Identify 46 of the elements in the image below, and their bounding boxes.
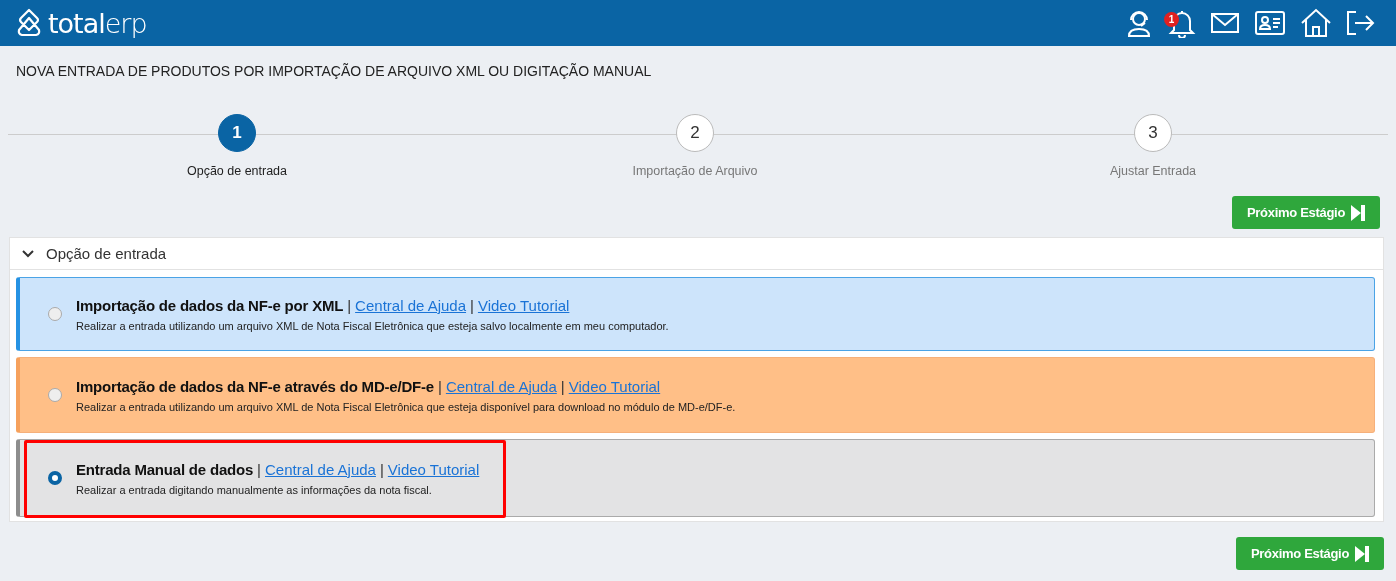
notification-badge: 1: [1164, 12, 1179, 27]
step-label: Importação de Arquivo: [632, 164, 758, 178]
step-number[interactable]: 2: [676, 114, 714, 152]
skip-next-icon: [1351, 204, 1366, 221]
option-title: Entrada Manual de dados: [76, 460, 254, 478]
option-card[interactable]: Entrada Manual de dados | Central de Ajuda | Video Tutorial Realizar a entrada digitando manualmente as informações da nota fiscal.: [16, 439, 1375, 517]
help-link[interactable]: Central de Ajuda: [265, 460, 376, 478]
option-description: Realizar a entrada digitando manualmente as informações da nota fiscal.: [76, 483, 433, 496]
logout-icon[interactable]: [1346, 10, 1376, 36]
separator: |: [257, 460, 261, 478]
step-number[interactable]: 3: [1134, 114, 1172, 152]
skip-next-icon: [1355, 545, 1370, 562]
mail-icon[interactable]: [1210, 11, 1240, 35]
separator: |: [470, 296, 474, 314]
logo-text: totalerp: [48, 7, 147, 39]
panel-title: Opção de entrada: [46, 245, 167, 262]
next-stage-button[interactable]: Próximo Estágio: [1232, 196, 1380, 229]
help-link[interactable]: Central de Ajuda: [355, 296, 467, 314]
option-description: Realizar a entrada utilizando um arquivo XML de Nota Fiscal Eletrônica que esteja salvo localmente em meu computador.: [76, 319, 669, 332]
radio-button[interactable]: [48, 471, 62, 485]
option-description: Realizar a entrada utilizando um arquivo XML de Nota Fiscal Eletrônica que esteja disponível para download no módulo de MD-e/DF-e.: [76, 400, 736, 413]
option-title: Importação de dados da NF-e por XML: [76, 296, 344, 314]
separator: |: [438, 377, 442, 395]
step-number[interactable]: 1: [218, 114, 256, 152]
radio-button[interactable]: [48, 388, 62, 402]
help-link[interactable]: Video Tutorial: [387, 460, 480, 478]
bell-icon[interactable]: [1168, 8, 1196, 38]
id-card-icon[interactable]: [1254, 10, 1286, 36]
option-card[interactable]: [16, 357, 1375, 433]
step-label: Opção de entrada: [186, 164, 288, 178]
separator: |: [379, 460, 384, 478]
chevron-icon: [22, 249, 34, 258]
help-link[interactable]: Central de Ajuda: [445, 377, 557, 395]
option-card[interactable]: Importação de dados da NF-e por XML | Central de Ajuda | Video Tutorial Realizar a entrada utilizando um arquivo XML de Nota Fiscal Eletrônica que esteja salvo localmente em meu computador.: [16, 277, 1375, 351]
help-link[interactable]: Video Tutorial: [477, 296, 570, 314]
separator: |: [560, 377, 565, 395]
help-link[interactable]: Video Tutorial: [568, 377, 661, 395]
next-stage-button[interactable]: Próximo Estágio: [1236, 537, 1384, 570]
step-label: Ajustar Entrada: [1109, 164, 1197, 178]
option-title: Importação de dados da NF-e através do MD-e/DF-e: [76, 377, 434, 395]
radio-button[interactable]: [48, 307, 62, 321]
separator: |: [347, 296, 352, 314]
page-title: NOVA ENTRADA DE PRODUTOS POR IMPORTAÇÃO DE ARQUIVO XML OU DIGITAÇÃO MANUAL: [15, 62, 653, 81]
home-icon[interactable]: [1300, 8, 1332, 38]
logo-icon: [16, 8, 42, 38]
panel-header[interactable]: Opção de entrada: [10, 238, 1383, 270]
